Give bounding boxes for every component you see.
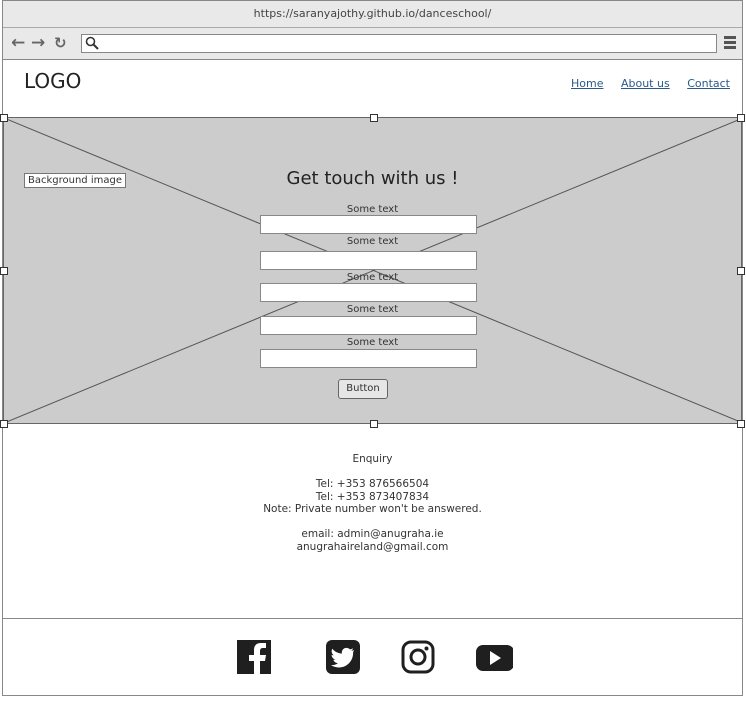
contact-section: Enquiry Tel: +353 876566504 Tel: +353 87… xyxy=(3,453,742,553)
instagram-icon[interactable] xyxy=(400,639,438,677)
phone-note: Note: Private number won't be answered. xyxy=(263,503,482,515)
phone-1: Tel: +353 876566504 xyxy=(315,478,430,490)
email-2: anugrahaireland@gmail.com xyxy=(296,540,449,553)
address-input[interactable] xyxy=(81,34,717,53)
main-nav: Home About us Contact xyxy=(557,77,730,90)
form-input-3[interactable] xyxy=(260,283,477,302)
enquiry-heading: Enquiry xyxy=(352,453,393,465)
submit-button[interactable]: Button xyxy=(338,379,388,399)
facebook-icon[interactable] xyxy=(236,639,274,677)
field-label: Some text xyxy=(346,236,399,247)
nav-about-link[interactable]: About us xyxy=(621,77,670,90)
field-label: Some text xyxy=(346,272,399,283)
field-label: Some text xyxy=(346,337,399,348)
form-input-4[interactable] xyxy=(260,316,477,335)
phone-2: Tel: +353 873407834 xyxy=(315,490,430,503)
form-title: Get touch with us ! xyxy=(286,168,459,189)
email-1: email: admin@anugraha.ie xyxy=(301,528,444,540)
form-input-2[interactable] xyxy=(260,251,477,270)
site-header: LOGO Home About us Contact xyxy=(3,60,742,117)
twitter-icon[interactable] xyxy=(325,639,363,677)
resize-handle xyxy=(737,114,745,122)
nav-home-link[interactable]: Home xyxy=(571,77,603,90)
nav-contact-link[interactable]: Contact xyxy=(687,77,730,90)
resize-handle xyxy=(370,114,378,122)
field-label: Some text xyxy=(346,304,399,315)
form-input-1[interactable] xyxy=(260,215,477,234)
search-icon xyxy=(85,36,99,50)
resize-handle xyxy=(0,420,8,428)
browser-toolbar: ← → ↻ xyxy=(3,28,742,60)
field-label: Some text xyxy=(346,204,399,215)
browser-window: https://saranyajothy.github.io/dancescho… xyxy=(0,0,745,698)
resize-handle xyxy=(0,114,8,122)
youtube-icon[interactable] xyxy=(475,639,513,677)
url-text: https://saranyajothy.github.io/dancescho… xyxy=(3,1,742,28)
hero-section: Background image Get touch with us ! Som… xyxy=(0,114,745,428)
resize-handle xyxy=(737,420,745,428)
hamburger-menu-icon[interactable] xyxy=(724,36,736,51)
form-input-5[interactable] xyxy=(260,349,477,368)
site-footer xyxy=(3,618,742,698)
back-arrow-icon[interactable]: ← xyxy=(11,34,25,52)
resize-handle xyxy=(370,420,378,428)
forward-arrow-icon[interactable]: → xyxy=(31,34,45,52)
logo[interactable]: LOGO xyxy=(24,69,81,93)
reload-icon[interactable]: ↻ xyxy=(54,34,67,52)
